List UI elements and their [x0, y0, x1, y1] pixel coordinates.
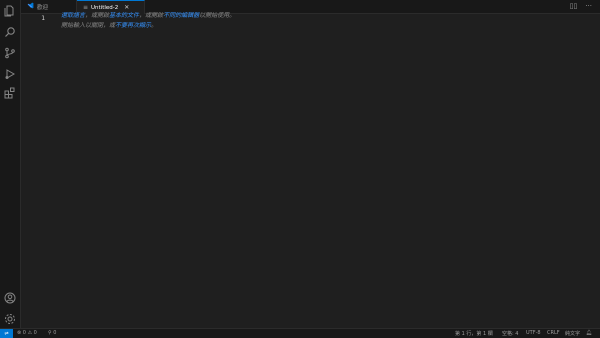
problems-status[interactable]: ⊗ 0 ⚠ 0: [17, 330, 37, 336]
split-editor-icon[interactable]: ▯▯: [570, 2, 578, 10]
extensions-icon[interactable]: [3, 86, 17, 100]
ports-status[interactable]: ⚲ 0: [48, 330, 56, 336]
warning-icon: ⚠: [27, 330, 33, 336]
notifications-bell-icon[interactable]: 🔔︎: [586, 330, 592, 336]
text-file-icon: ≡: [83, 4, 89, 11]
source-control-icon[interactable]: [3, 46, 17, 60]
vscode-logo-icon: [27, 2, 34, 11]
hint-line-2: 開始輸入以關閉，或不要再次顯示。: [61, 21, 235, 31]
settings-gear-icon[interactable]: [3, 312, 17, 326]
select-language-link[interactable]: 選取語言: [61, 12, 85, 19]
warning-count: 0: [33, 330, 37, 336]
cursor-position[interactable]: 第 1 行，第 1 欄: [455, 330, 493, 337]
encoding-status[interactable]: UTF-8: [526, 330, 541, 336]
ports-icon: ⚲: [48, 330, 52, 336]
language-mode[interactable]: 純文字: [565, 330, 580, 337]
close-icon[interactable]: ✕: [124, 4, 129, 11]
hint-text: ，或開啟: [139, 12, 164, 19]
remote-icon[interactable]: ⇌: [0, 329, 13, 338]
account-icon[interactable]: [3, 291, 17, 305]
editor-area[interactable]: 1 選取語言，或開啟基本的文件，或開啟不同的編輯器以開始使用。 開始輸入以關閉，…: [21, 11, 600, 329]
hint-line-1: 選取語言，或開啟基本的文件，或開啟不同的編輯器以開始使用。: [61, 11, 235, 21]
hint-text: 以開始使用。: [199, 12, 236, 19]
run-debug-icon[interactable]: [3, 67, 17, 81]
ports-count: 0: [53, 330, 57, 336]
search-icon[interactable]: [3, 25, 17, 39]
open-editor-link[interactable]: 不同的編輯器: [163, 12, 199, 19]
tab-label: 歡迎: [37, 4, 49, 11]
hint-text: 開始輸入以關閉，或: [61, 22, 116, 29]
more-actions-icon[interactable]: ···: [585, 2, 592, 10]
open-file-link[interactable]: 基本的文件: [109, 12, 139, 19]
hint-text: 。: [151, 22, 158, 29]
indentation-status[interactable]: 空格: 4: [502, 330, 518, 337]
error-count: 0: [22, 330, 26, 336]
activity-bar: [0, 0, 21, 329]
hint-text: ，或開啟: [85, 12, 110, 19]
status-bar: ⇌ ⊗ 0 ⚠ 0 ⚲ 0 第 1 行，第 1 欄 空格: 4 UTF-8 CR…: [0, 328, 600, 338]
empty-editor-hint: 選取語言，或開啟基本的文件，或開啟不同的編輯器以開始使用。 開始輸入以關閉，或不…: [61, 11, 235, 31]
line-number: 1: [41, 14, 45, 22]
error-icon: ⊗: [17, 330, 22, 336]
eol-status[interactable]: CRLF: [547, 330, 560, 336]
explorer-icon[interactable]: [3, 4, 17, 18]
tab-label: Untitled-2: [91, 4, 119, 11]
editor-actions: ▯▯ ···: [570, 2, 592, 10]
dont-show-again-link[interactable]: 不要再次顯示: [115, 22, 151, 29]
